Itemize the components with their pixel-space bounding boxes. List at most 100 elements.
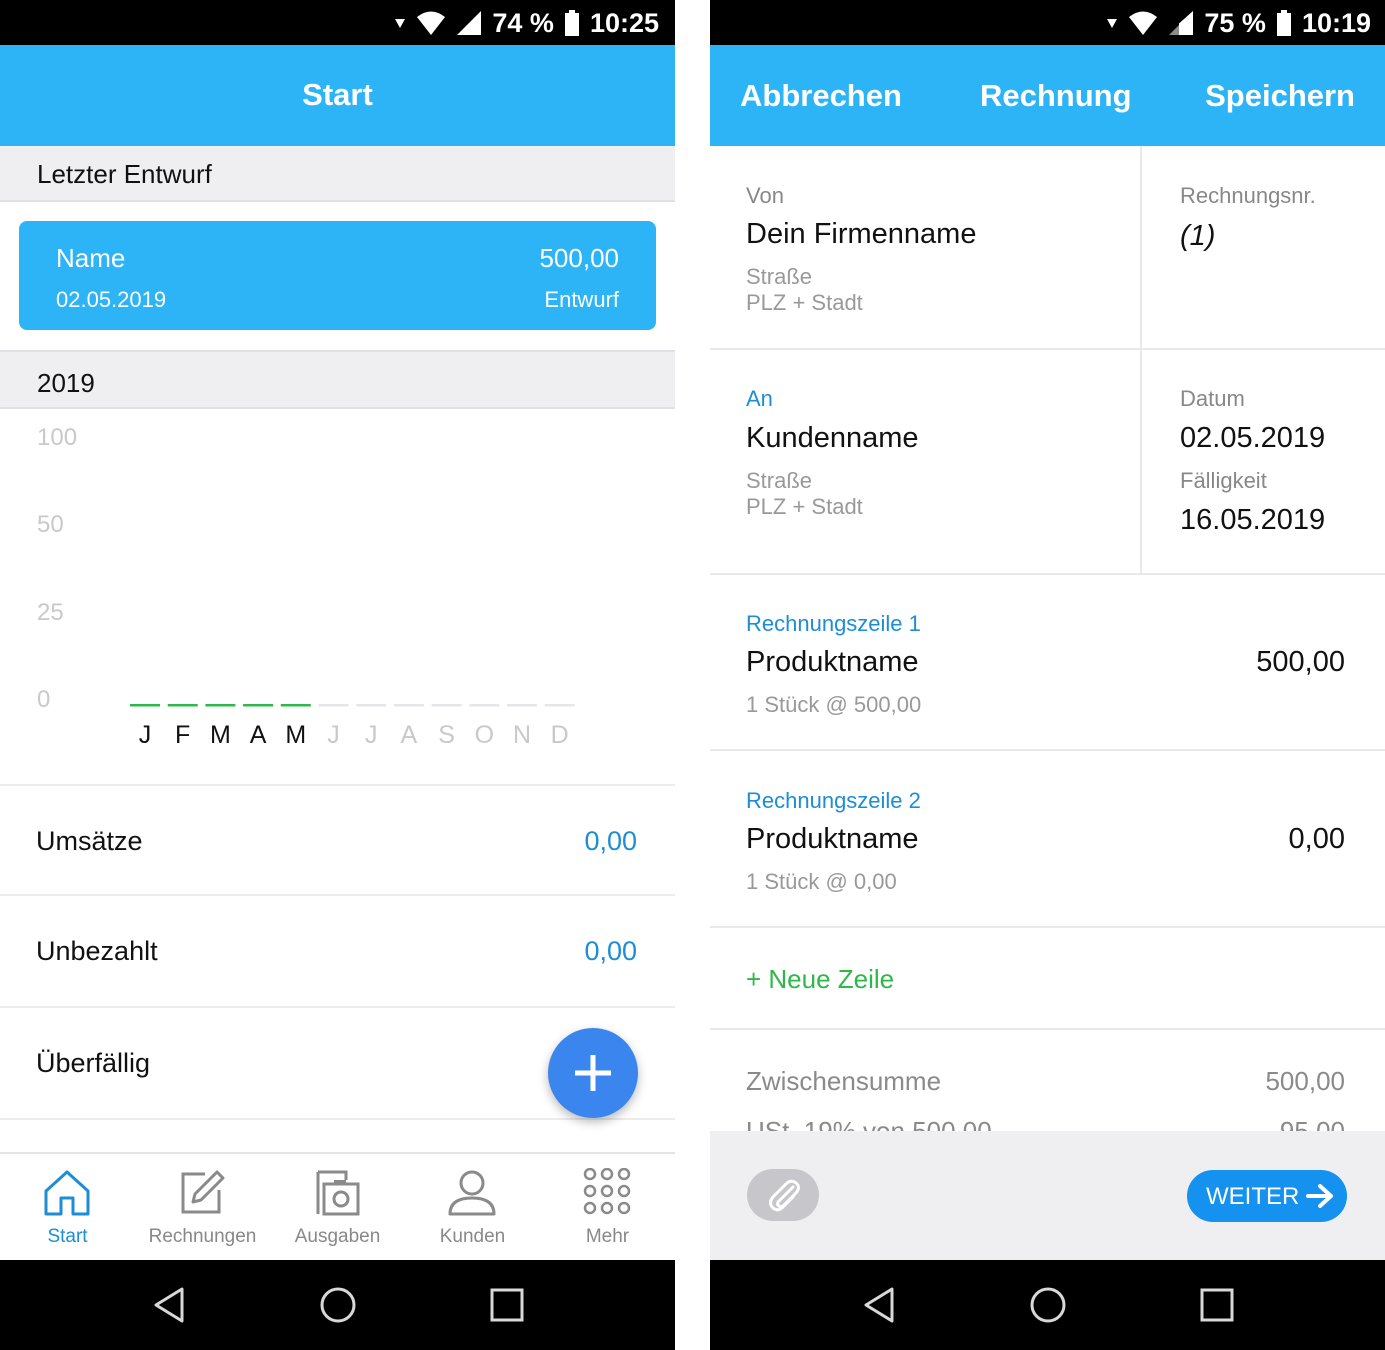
wifi-icon <box>417 11 446 35</box>
status-time: 10:25 <box>589 7 659 38</box>
system-navigation-bar <box>0 1260 675 1350</box>
action-footer: WEITER <box>710 1131 1385 1260</box>
sender-name: Dein Firmenname <box>746 218 977 250</box>
battery-icon <box>564 10 579 36</box>
month-label: F <box>175 721 190 749</box>
cell-signal-icon <box>1169 11 1194 35</box>
month-bar <box>507 704 537 707</box>
app-bar: Abbrechen Rechnung Speichern <box>710 45 1385 146</box>
nav-item-expenses[interactable]: Ausgaben <box>270 1154 405 1262</box>
add-line-button[interactable]: + Neue Zeile <box>746 964 894 995</box>
revenue-chart: 100 50 25 0 J F M A M J J A S O N D <box>0 410 675 782</box>
status-bar: 75 % 10:19 <box>710 0 1385 45</box>
totals-section: Zwischensumme 500,00 USt. 19% von 500,00… <box>710 1030 1385 1131</box>
nav-label: Mehr <box>585 1226 630 1247</box>
tax-label: USt. 19% von 500,00 <box>746 1116 992 1131</box>
revenue-chart-svg: 10050250J F M A M J J A S O N D <box>37 424 575 749</box>
next-button[interactable]: WEITER <box>1187 1170 1347 1222</box>
invoice-number-block[interactable]: Rechnungsnr. (1) <box>1142 146 1385 348</box>
month-label: N <box>513 721 531 749</box>
sender-block[interactable]: Von Dein Firmenname Straße PLZ + Stadt <box>710 146 1140 348</box>
nav-item-start[interactable]: Start <box>0 1154 135 1262</box>
back-icon[interactable] <box>860 1285 900 1325</box>
signal-arrow-icon <box>1107 19 1118 28</box>
recents-icon[interactable] <box>1197 1285 1237 1325</box>
y-tick-label: 50 <box>37 511 64 538</box>
due-date-value: 16.05.2019 <box>1180 504 1326 536</box>
invoice-line-1[interactable]: Rechnungszeile 1 Produktname 500,00 1 St… <box>710 575 1385 749</box>
status-bar: 74 % 10:25 <box>0 0 675 45</box>
invoice-line-detail: 1 Stück @ 0,00 <box>746 869 897 894</box>
y-tick-label: 100 <box>37 424 77 451</box>
receipt-camera-icon <box>316 1170 360 1216</box>
stat-row-unpaid[interactable]: Unbezahlt 0,00 <box>0 896 675 1008</box>
save-button[interactable]: Speichern <box>1205 78 1355 114</box>
month-label: S <box>438 721 455 749</box>
recipient-city: PLZ + Stadt <box>746 494 863 519</box>
nav-label: Ausgaben <box>294 1226 381 1247</box>
add-button[interactable] <box>548 1028 638 1118</box>
y-tick-label: 0 <box>37 686 50 713</box>
invoice-line-label: Rechnungszeile 2 <box>746 788 921 813</box>
attach-button[interactable] <box>747 1169 819 1221</box>
stat-value: 0,00 <box>584 936 637 966</box>
recipient-block[interactable]: An Kundenname Straße PLZ + Stadt <box>710 350 1140 573</box>
month-label: J <box>365 721 378 749</box>
nav-item-invoices[interactable]: Rechnungen <box>135 1154 270 1262</box>
month-label: M <box>285 721 306 749</box>
date-block[interactable]: Datum 02.05.2019 Fälligkeit 16.05.2019 <box>1142 350 1385 573</box>
invoice-line-product: Produktname <box>746 646 919 678</box>
sender-street: Straße <box>746 264 813 289</box>
app-bar: Start <box>0 45 675 146</box>
invoice-screen: 75 % 10:19 Abbrechen Rechnung Speichern … <box>710 0 1385 1350</box>
sender-label: Von <box>746 183 784 208</box>
system-navigation-bar <box>710 1260 1385 1350</box>
battery-percent: 75 % <box>1204 7 1266 38</box>
signal-arrow-icon <box>395 19 406 28</box>
draft-status: Entwurf <box>544 287 619 312</box>
status-time: 10:19 <box>1301 7 1371 38</box>
month-bar <box>431 704 462 707</box>
month-label: O <box>475 721 494 749</box>
draft-date: 02.05.2019 <box>56 287 167 312</box>
invoice-line-label: Rechnungszeile 1 <box>746 611 921 636</box>
invoice-line-2[interactable]: Rechnungszeile 2 Produktname 0,00 1 Stüc… <box>710 751 1385 926</box>
stat-label: Überfällig <box>36 1048 151 1078</box>
nav-label: Kunden <box>439 1226 506 1247</box>
y-tick-label: 25 <box>37 599 64 626</box>
due-date-label: Fälligkeit <box>1180 468 1267 493</box>
paperclip-icon <box>769 1179 800 1212</box>
month-label: A <box>250 721 267 749</box>
month-bar <box>393 704 424 707</box>
recents-icon[interactable] <box>487 1285 527 1325</box>
bottom-navigation: Start Rechnungen Ausgaben Kunden Mehr <box>0 1152 675 1260</box>
tax-value: 95,00 <box>1279 1116 1345 1131</box>
stat-row-revenue[interactable]: Umsätze 0,00 <box>0 784 675 896</box>
month-bar <box>356 704 387 707</box>
cancel-button[interactable]: Abbrechen <box>740 78 902 114</box>
nav-item-more[interactable]: Mehr <box>540 1154 675 1262</box>
stat-value: 0,00 <box>584 826 637 856</box>
invoice-line-product: Produktname <box>746 823 919 855</box>
month-bar <box>243 704 274 707</box>
invoice-number-label: Rechnungsnr. <box>1180 183 1316 208</box>
home-circle-icon[interactable] <box>318 1285 358 1325</box>
last-draft-card[interactable]: Name 02.05.2019 500,00 Entwurf <box>19 221 656 330</box>
subtotal-value: 500,00 <box>1265 1066 1345 1096</box>
plus-icon <box>575 1055 611 1091</box>
stat-label: Umsätze <box>36 826 143 856</box>
invoice-number-value: (1) <box>1180 220 1216 252</box>
month-label: J <box>139 721 152 749</box>
recipient-street: Straße <box>746 468 813 493</box>
edit-icon <box>181 1170 225 1214</box>
home-circle-icon[interactable] <box>1028 1285 1068 1325</box>
nav-label: Rechnungen <box>148 1226 257 1247</box>
back-icon[interactable] <box>150 1285 190 1325</box>
month-label: A <box>401 721 418 749</box>
nav-item-customers[interactable]: Kunden <box>405 1154 540 1262</box>
month-label: D <box>551 721 569 749</box>
last-draft-header: Letzter Entwurf <box>0 146 675 202</box>
date-label: Datum <box>1180 386 1245 411</box>
recipient-name: Kundenname <box>746 422 919 454</box>
subtotal-label: Zwischensumme <box>746 1066 942 1096</box>
